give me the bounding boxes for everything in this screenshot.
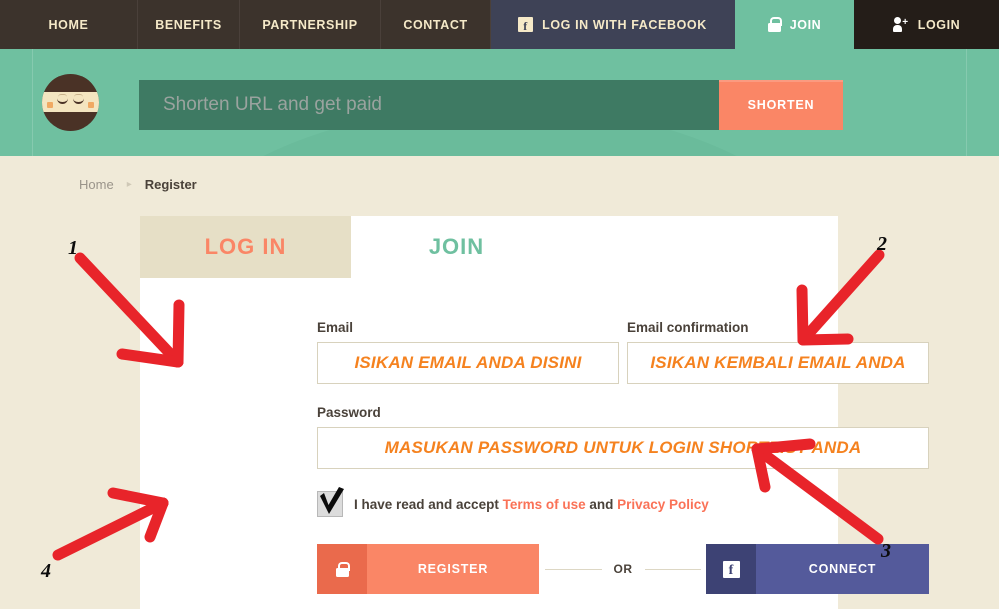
breadcrumb-current: Register bbox=[144, 177, 197, 192]
auth-tabs: LOG IN JOIN bbox=[140, 216, 838, 278]
email-confirmation-input[interactable] bbox=[627, 342, 929, 384]
shorten-url-input[interactable] bbox=[139, 80, 719, 130]
terms-row: I have read and accept Terms of use and … bbox=[317, 487, 709, 517]
tab-label: LOG IN bbox=[204, 234, 287, 259]
nav-item-login-with-facebook[interactable]: f LOG IN WITH FACEBOOK bbox=[491, 0, 735, 49]
connect-facebook-button[interactable]: f CONNECT bbox=[706, 544, 929, 594]
connect-button-label: CONNECT bbox=[808, 562, 877, 576]
nav-item-benefits[interactable]: BENEFITS bbox=[138, 0, 240, 49]
lock-icon bbox=[767, 17, 783, 32]
facebook-icon: f bbox=[706, 544, 756, 594]
password-label: Password bbox=[317, 405, 381, 420]
nav-item-login[interactable]: + LOGIN bbox=[854, 0, 999, 49]
terms-prefix: I have read and accept bbox=[354, 496, 499, 512]
or-label: OR bbox=[613, 562, 633, 576]
nav-item-label: BENEFITS bbox=[155, 17, 222, 32]
tab-log-in[interactable]: LOG IN bbox=[140, 216, 351, 278]
breadcrumb-home-link[interactable]: Home bbox=[79, 177, 114, 192]
nav-item-label: PARTNERSHIP bbox=[262, 17, 358, 32]
person-add-icon: + bbox=[892, 17, 909, 32]
page-root: HOME BENEFITS PARTNERSHIP CONTACT f LOG … bbox=[0, 0, 999, 609]
annotation-number-1: 1 bbox=[68, 237, 78, 259]
privacy-policy-link[interactable]: Privacy Policy bbox=[617, 497, 709, 512]
nav-item-home[interactable]: HOME bbox=[0, 0, 138, 49]
password-input[interactable] bbox=[317, 427, 929, 469]
nav-item-label: LOG IN WITH FACEBOOK bbox=[542, 17, 707, 32]
email-label: Email bbox=[317, 320, 354, 335]
register-button-label: REGISTER bbox=[417, 562, 489, 576]
lock-icon bbox=[317, 544, 367, 594]
nav-item-join[interactable]: JOIN bbox=[735, 0, 854, 49]
nav-item-label: LOGIN bbox=[917, 17, 961, 32]
accept-terms-checkbox[interactable] bbox=[317, 487, 344, 517]
field-group-password: Password bbox=[317, 405, 929, 469]
shorten-button-label: SHORTEN bbox=[747, 98, 815, 112]
hero-divider-left bbox=[32, 49, 33, 156]
email-confirmation-label: Email confirmation bbox=[627, 320, 749, 335]
nav-item-partnership[interactable]: PARTNERSHIP bbox=[240, 0, 381, 49]
nav-item-contact[interactable]: CONTACT bbox=[381, 0, 491, 49]
top-navigation: HOME BENEFITS PARTNERSHIP CONTACT f LOG … bbox=[0, 0, 999, 49]
email-input[interactable] bbox=[317, 342, 619, 384]
tab-join[interactable]: JOIN bbox=[351, 216, 562, 278]
tabs-filler bbox=[562, 216, 838, 278]
register-button[interactable]: REGISTER bbox=[317, 544, 539, 594]
field-group-email-confirmation: Email confirmation bbox=[627, 320, 929, 384]
or-line-right bbox=[644, 568, 701, 570]
terms-text: I have read and accept Terms of use and … bbox=[354, 497, 709, 512]
nav-item-label: HOME bbox=[48, 17, 89, 32]
or-line-left bbox=[545, 568, 602, 570]
tab-label: JOIN bbox=[428, 234, 485, 259]
annotation-number-4: 4 bbox=[41, 560, 51, 582]
or-divider: OR bbox=[545, 544, 701, 594]
field-group-email: Email bbox=[317, 320, 619, 384]
nav-item-label: JOIN bbox=[789, 17, 822, 32]
checkmark-icon bbox=[320, 487, 344, 514]
terms-of-use-link[interactable]: Terms of use bbox=[503, 497, 586, 512]
facebook-icon: f bbox=[518, 17, 534, 32]
nav-item-label: CONTACT bbox=[403, 17, 468, 32]
annotation-number-2: 2 bbox=[877, 233, 887, 255]
breadcrumb-separator-icon: ▸ bbox=[126, 179, 132, 190]
hero-divider-right bbox=[966, 49, 967, 156]
form-actions: REGISTER OR f CONNECT bbox=[317, 544, 929, 594]
ninja-mascot-icon bbox=[42, 74, 99, 131]
terms-conjunction: and bbox=[589, 496, 614, 512]
shorten-button[interactable]: SHORTEN bbox=[719, 80, 843, 130]
annotation-number-3: 3 bbox=[881, 540, 891, 562]
auth-card: LOG IN JOIN Email Email confirmation Pas… bbox=[140, 216, 929, 609]
breadcrumb: Home ▸ Register bbox=[79, 177, 197, 192]
